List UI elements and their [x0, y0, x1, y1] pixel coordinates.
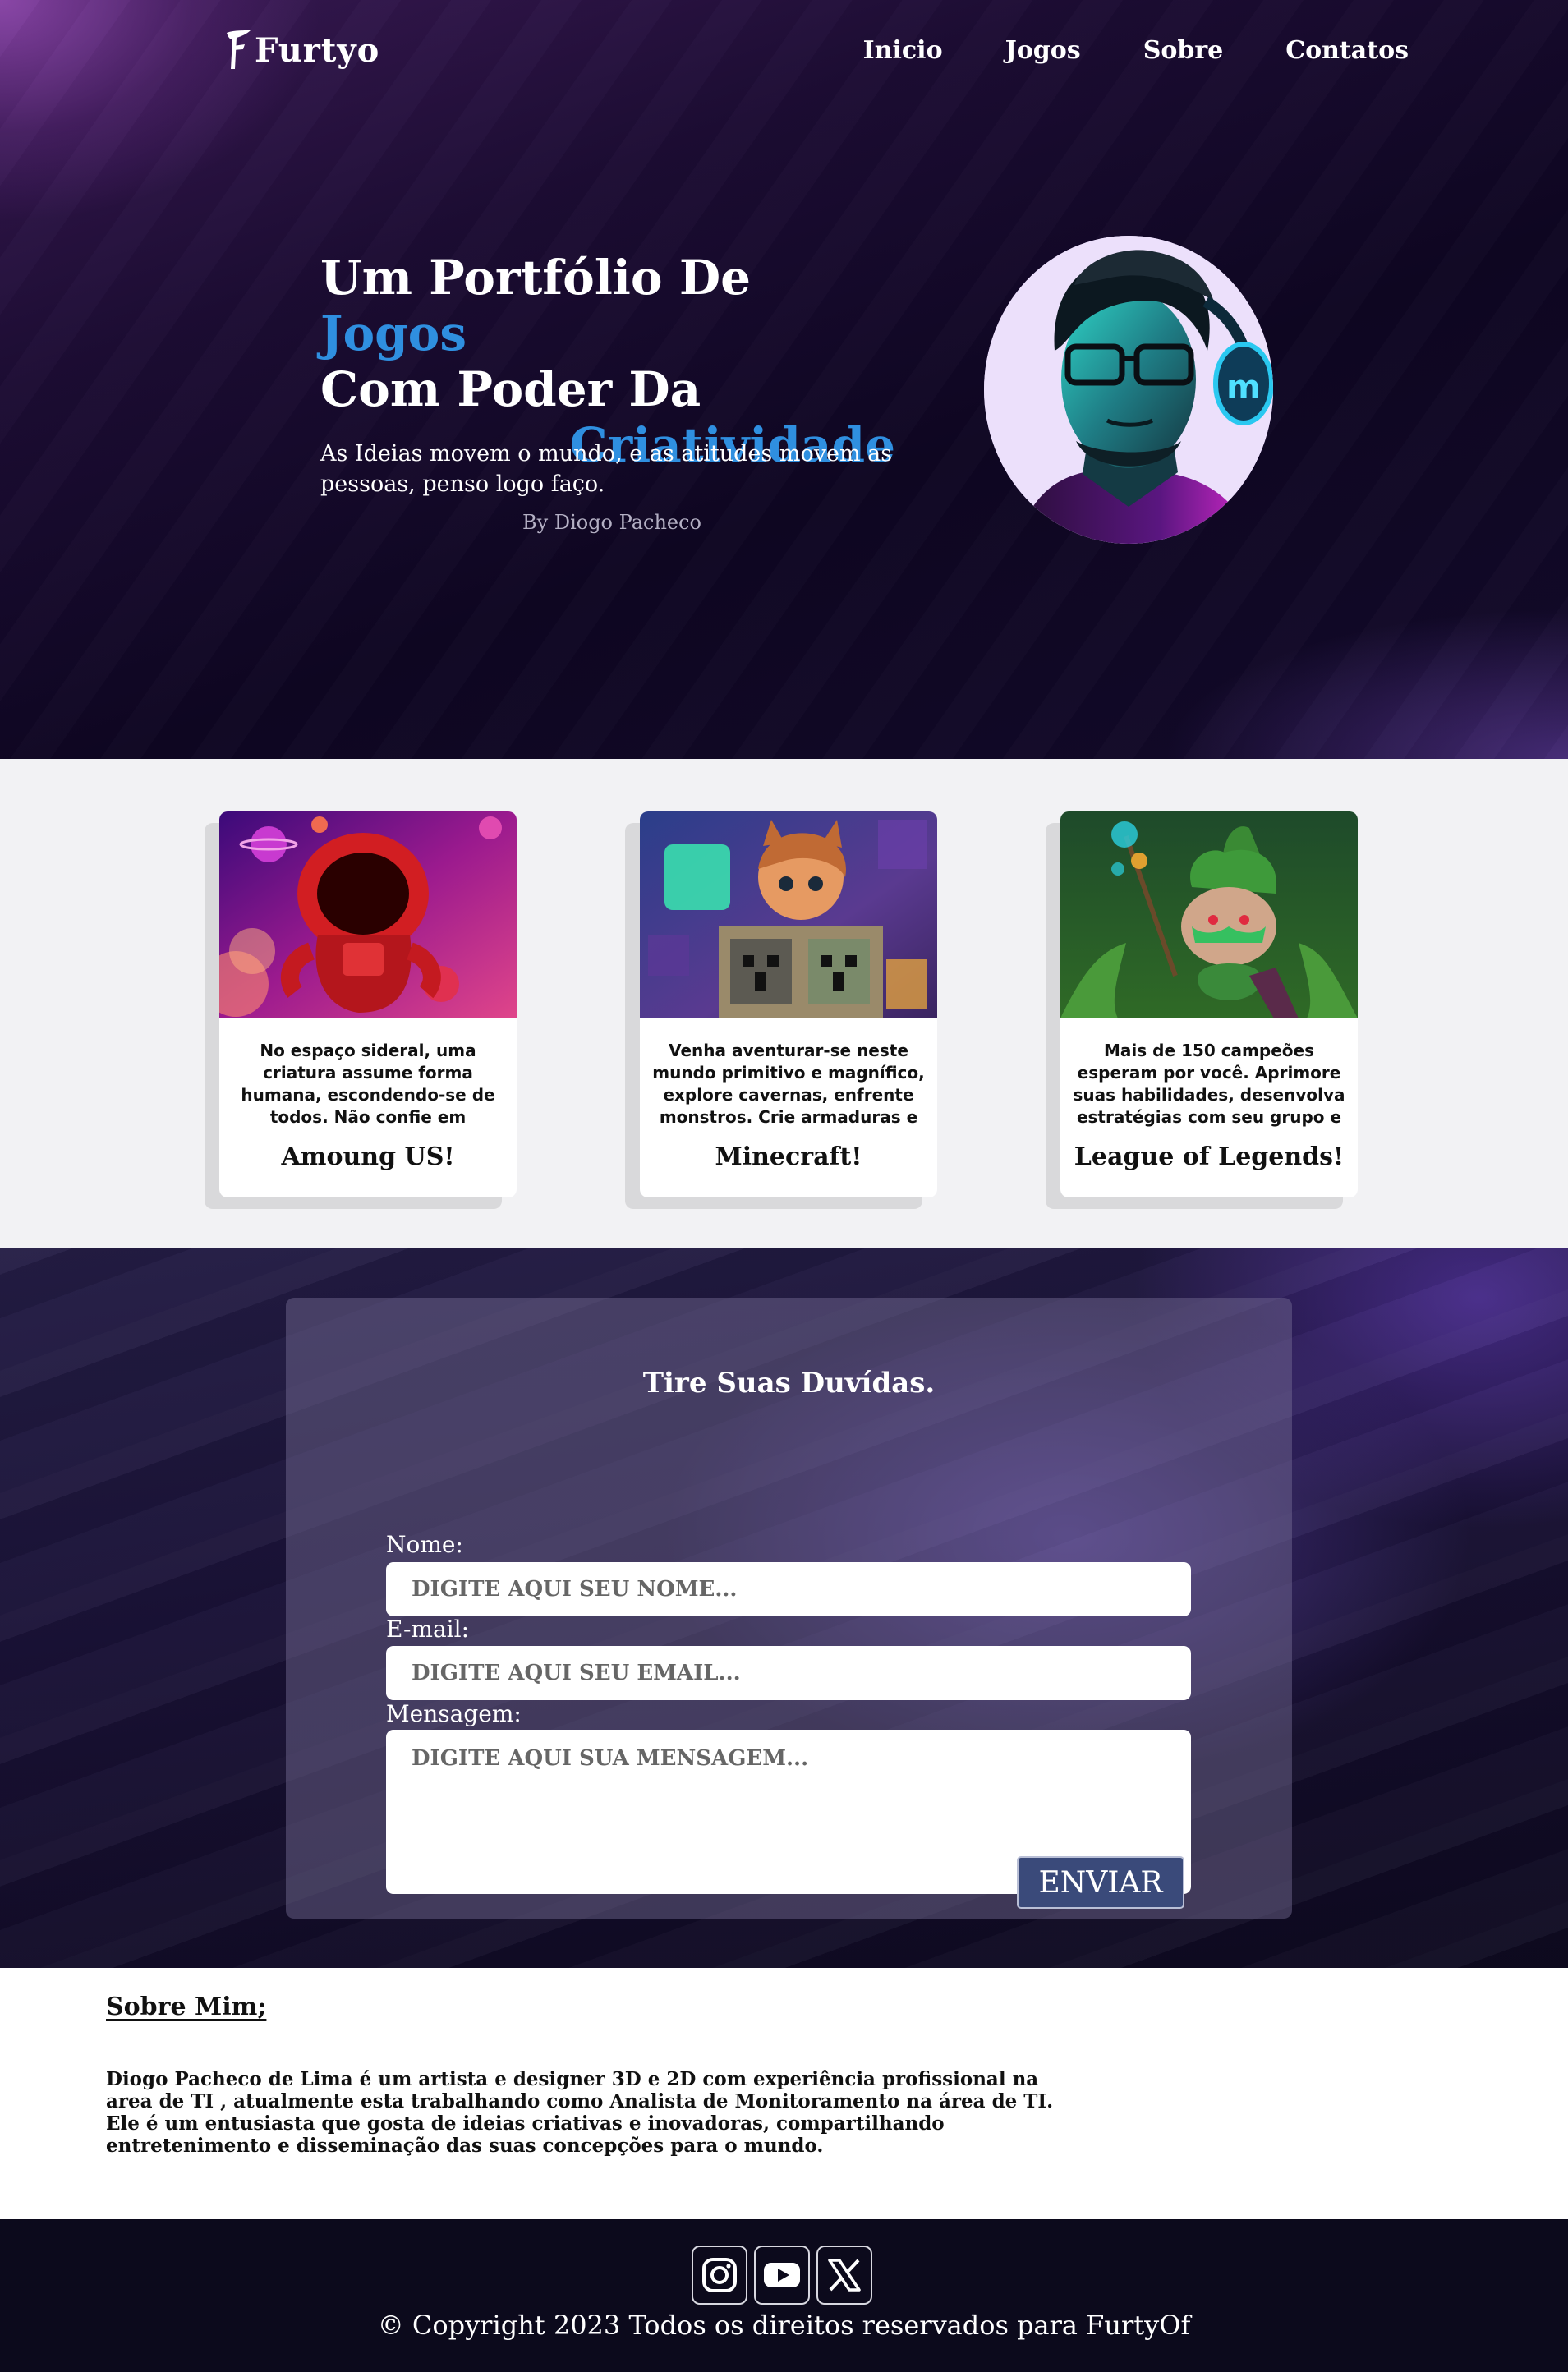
- game-title[interactable]: Minecraft!: [640, 1142, 937, 1171]
- astronaut-icon: [219, 811, 517, 1018]
- logo-text: Furtyo: [255, 30, 380, 70]
- game-card-among-us[interactable]: No espaço sideral, uma criatura assume f…: [219, 811, 517, 1197]
- name-label: Nome:: [386, 1531, 463, 1558]
- games-section: No espaço sideral, uma criatura assume f…: [0, 759, 1568, 1248]
- about-section: Sobre Mim; Diogo Pacheco de Lima é um ar…: [0, 1968, 1568, 2219]
- hero-title-accent-jogos: Jogos: [320, 306, 467, 361]
- send-button[interactable]: ENVIAR: [1017, 1856, 1184, 1909]
- game-description: No espaço sideral, uma criatura assume f…: [241, 1041, 495, 1127]
- hero-byline: By Diogo Pacheco: [522, 511, 702, 534]
- nav-jogos[interactable]: Jogos: [1005, 36, 1081, 65]
- copyright-text: © Copyright 2023 Todos os direitos reser…: [377, 2310, 1191, 2341]
- game-title[interactable]: League of Legends!: [1060, 1142, 1358, 1171]
- hero-section: Furtyo Inicio Jogos Sobre Contatos Um Po…: [0, 0, 1568, 759]
- game-card-league-of-legends[interactable]: Mais de 150 campeões esperam por você. A…: [1060, 811, 1358, 1197]
- email-input[interactable]: DIGITE AQUI SEU EMAIL...: [386, 1646, 1191, 1700]
- form-title: Tire Suas Duvídas.: [642, 1367, 936, 1400]
- youtube-link[interactable]: [754, 2246, 810, 2305]
- about-text: Diogo Pacheco de Lima é um artista e des…: [106, 2068, 1054, 2157]
- nav-sobre[interactable]: Sobre: [1143, 36, 1224, 65]
- minecraft-character-icon: [640, 811, 937, 1018]
- youtube-icon: [764, 2263, 800, 2287]
- nav-inicio[interactable]: Inicio: [863, 36, 943, 65]
- game-card-minecraft[interactable]: Venha aventurar-se neste mundo primitivo…: [640, 811, 937, 1197]
- site-logo[interactable]: Furtyo: [223, 28, 379, 72]
- hero-title-part1: Um Portfólio De: [320, 250, 752, 306]
- feather-logo-icon: [227, 30, 251, 69]
- nav-contatos[interactable]: Contatos: [1285, 36, 1409, 65]
- x-icon: [828, 2259, 861, 2292]
- message-label: Mensagem:: [386, 1700, 522, 1727]
- person-with-headphones-icon: m: [984, 236, 1273, 544]
- instagram-link[interactable]: [692, 2246, 747, 2305]
- about-title: Sobre Mim;: [106, 1993, 267, 2021]
- game-description: Venha aventurar-se neste mundo primitivo…: [652, 1041, 925, 1127]
- email-label: E-mail:: [386, 1616, 470, 1643]
- x-link[interactable]: [816, 2246, 872, 2305]
- profile-avatar: m: [984, 236, 1273, 544]
- footer: © Copyright 2023 Todos os direitos reser…: [0, 2219, 1568, 2372]
- social-links: [692, 2246, 872, 2305]
- game-title[interactable]: Amoung US!: [219, 1142, 517, 1171]
- contact-section: Tire Suas Duvídas. Nome: DIGITE AQUI SEU…: [0, 1248, 1568, 1968]
- hero-title-part2: Com Poder Da: [320, 361, 701, 417]
- forest-creature-icon: [1060, 811, 1358, 1018]
- name-input[interactable]: DIGITE AQUI SEU NOME...: [386, 1562, 1191, 1616]
- svg-text:m: m: [1226, 369, 1261, 407]
- game-description: Mais de 150 campeões esperam por você. A…: [1073, 1041, 1345, 1127]
- instagram-icon: [702, 2258, 737, 2292]
- main-nav: Inicio Jogos Sobre Contatos: [863, 36, 1409, 65]
- contact-form: Tire Suas Duvídas. Nome: DIGITE AQUI SEU…: [286, 1298, 1292, 1919]
- hero-subtitle: As Ideias movem o mundo, e as atitudes m…: [320, 441, 893, 497]
